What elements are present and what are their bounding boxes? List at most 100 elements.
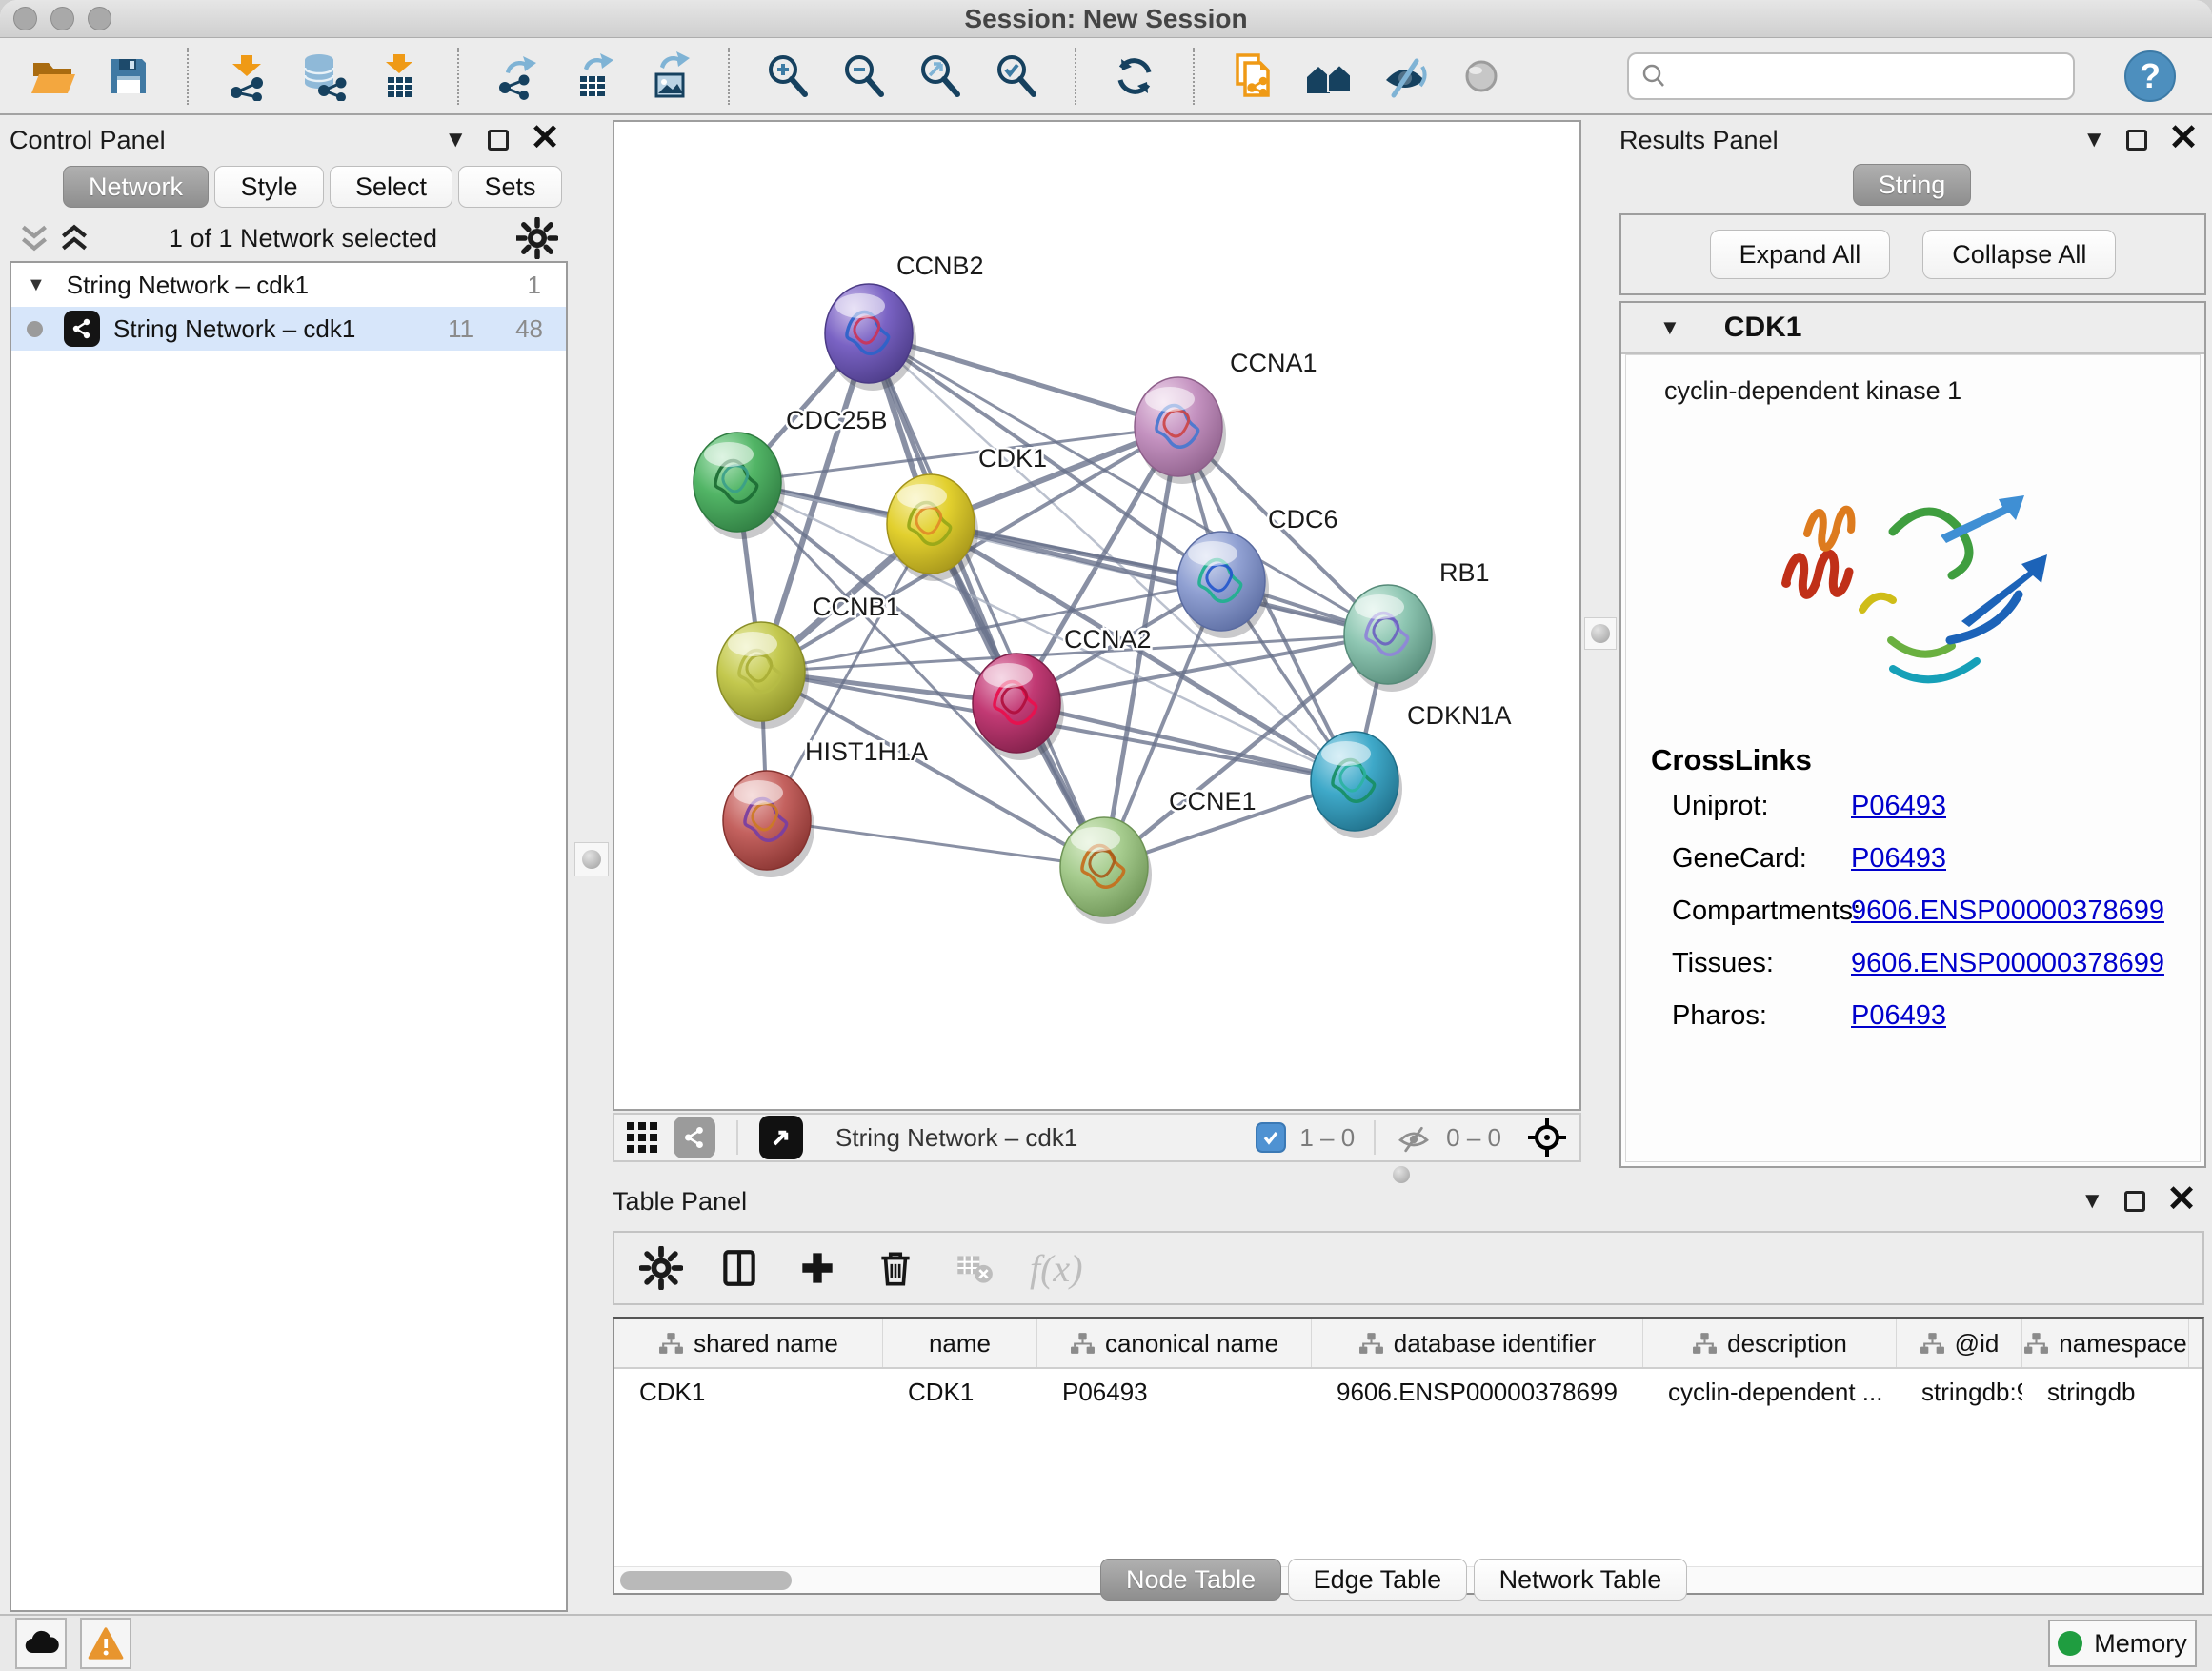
panel-menu-icon[interactable]: ▼ — [444, 129, 467, 151]
tab-style[interactable]: Style — [214, 166, 323, 208]
network-collection-row[interactable]: ▼ String Network – cdk1 1 — [11, 263, 566, 307]
network-node-CCNB2[interactable]: CCNB2 — [825, 252, 984, 391]
table-cell[interactable]: cyclin-dependent ... — [1643, 1378, 1897, 1407]
zoom-out-icon[interactable] — [838, 50, 890, 102]
node-label: CCNB1 — [813, 593, 900, 621]
network-tree: ▼ String Network – cdk1 1 String Network… — [10, 261, 568, 1612]
panel-menu-icon[interactable]: ▼ — [2081, 1190, 2103, 1213]
crosslink-tissues[interactable]: 9606.ENSP00000378699 — [1851, 948, 2164, 979]
search-input[interactable] — [1675, 61, 2061, 92]
detach-view-icon[interactable] — [759, 1116, 803, 1159]
column-header-shared-name[interactable]: shared name — [614, 1319, 883, 1367]
export-image-icon[interactable] — [644, 50, 695, 102]
grid-view-icon[interactable] — [626, 1121, 658, 1154]
right-splitter-handle[interactable] — [1584, 617, 1617, 650]
table-row[interactable]: CDK1CDK1P064939606.ENSP00000378699cyclin… — [614, 1369, 2202, 1415]
export-table-icon[interactable] — [568, 50, 619, 102]
column-header-namespace[interactable]: namespace — [2022, 1319, 2189, 1367]
tab-network-table[interactable]: Network Table — [1474, 1559, 1688, 1601]
zoom-selected-icon[interactable] — [991, 50, 1042, 102]
network-node-CDC25B[interactable]: CDC25B — [694, 406, 888, 539]
open-session-icon[interactable] — [27, 50, 78, 102]
close-panel-icon[interactable]: ✕ — [2166, 1181, 2197, 1218]
home-networks-icon[interactable] — [1303, 50, 1355, 102]
tab-network[interactable]: Network — [63, 166, 209, 208]
close-panel-icon[interactable]: ✕ — [2168, 120, 2199, 156]
zoom-in-icon[interactable] — [762, 50, 814, 102]
toolbar-separator — [187, 48, 189, 105]
table-options-gear-icon[interactable] — [639, 1246, 683, 1290]
table-cell[interactable]: stringdb:9... — [1897, 1378, 2022, 1407]
network-node-RB1[interactable]: RB1 — [1344, 558, 1490, 692]
tab-string[interactable]: String — [1853, 164, 1972, 206]
close-panel-icon[interactable]: ✕ — [530, 120, 560, 156]
column-header-canonical-name[interactable]: canonical name — [1037, 1319, 1312, 1367]
column-mapped-icon — [658, 1332, 684, 1356]
save-session-icon[interactable] — [103, 50, 154, 102]
column-header--id[interactable]: @id — [1897, 1319, 2022, 1367]
zoom-fit-icon[interactable] — [915, 50, 966, 102]
hide-selection-eye-icon[interactable] — [1379, 50, 1431, 102]
table-cell[interactable]: P06493 — [1037, 1378, 1312, 1407]
import-table-icon[interactable] — [373, 50, 425, 102]
delete-column-icon[interactable] — [874, 1246, 917, 1290]
collapse-all-button[interactable]: Collapse All — [1922, 230, 2116, 279]
tab-sets[interactable]: Sets — [458, 166, 561, 208]
network-node-HIST1H1A[interactable]: HIST1H1A — [723, 737, 928, 877]
tab-select[interactable]: Select — [330, 166, 452, 208]
float-panel-icon[interactable] — [2126, 130, 2147, 151]
expand-all-button[interactable]: Expand All — [1710, 230, 1891, 279]
fit-selected-crosshair-icon[interactable] — [1526, 1117, 1568, 1158]
crosslink-label: Uniprot: — [1651, 791, 1851, 822]
table-cell[interactable]: CDK1 — [883, 1378, 1037, 1407]
help-icon[interactable]: ? — [2124, 50, 2176, 102]
crosslink-compartments[interactable]: 9606.ENSP00000378699 — [1851, 896, 2164, 927]
panel-menu-icon[interactable]: ▼ — [2082, 129, 2105, 151]
memory-button[interactable]: Memory — [2048, 1620, 2197, 1667]
import-network-file-icon[interactable] — [221, 50, 272, 102]
left-splitter-handle[interactable] — [574, 842, 609, 876]
toolbar-separator — [457, 48, 459, 105]
search-box[interactable] — [1627, 52, 2075, 100]
network-node-CDKN1A[interactable]: CDKN1A — [1311, 701, 1512, 838]
tab-edge-table[interactable]: Edge Table — [1288, 1559, 1468, 1601]
expand-all-icon[interactable] — [59, 221, 90, 255]
section-expander-icon[interactable]: ▼ — [1659, 317, 1680, 338]
network-edge[interactable] — [869, 333, 1104, 867]
crosslink-uniprot[interactable]: P06493 — [1851, 791, 1946, 822]
crosslink-pharos[interactable]: P06493 — [1851, 1000, 1946, 1032]
float-panel-icon[interactable] — [488, 130, 509, 151]
network-canvas[interactable]: CCNB2CCNA1CDC25BCDK1CDC6RB1CCNB1CCNA2CDK… — [614, 122, 1579, 1109]
crosslink-genecard[interactable]: P06493 — [1851, 843, 1946, 875]
table-cell[interactable]: stringdb — [2022, 1378, 2189, 1407]
column-header-database-identifier[interactable]: database identifier — [1312, 1319, 1643, 1367]
collapse-all-icon[interactable] — [19, 221, 50, 255]
collection-expander-icon[interactable]: ▼ — [27, 275, 46, 294]
table-cell[interactable]: 9606.ENSP00000378699 — [1312, 1378, 1643, 1407]
cloud-status-button[interactable] — [15, 1618, 67, 1669]
clone-network-icon[interactable] — [1227, 50, 1278, 102]
node-section-header[interactable]: ▼ CDK1 — [1621, 303, 2204, 354]
column-header-name[interactable]: name — [883, 1319, 1037, 1367]
network-edge[interactable] — [767, 820, 1104, 867]
export-network-icon[interactable] — [492, 50, 543, 102]
network-node-CCNE1[interactable]: CCNE1 — [1060, 787, 1257, 924]
refresh-icon[interactable] — [1109, 50, 1160, 102]
selected-checkbox-icon[interactable] — [1256, 1122, 1286, 1153]
import-network-database-icon[interactable] — [297, 50, 349, 102]
network-edge[interactable] — [1016, 703, 1355, 781]
birdseye-share-icon[interactable] — [674, 1117, 715, 1158]
network-node-CCNB1[interactable]: CCNB1 — [717, 593, 900, 729]
column-header-description[interactable]: description — [1643, 1319, 1897, 1367]
tab-node-table[interactable]: Node Table — [1100, 1559, 1281, 1601]
network-node-CCNA1[interactable]: CCNA1 — [1135, 349, 1317, 484]
show-columns-icon[interactable] — [717, 1246, 761, 1290]
table-cell[interactable]: CDK1 — [614, 1378, 883, 1407]
scrollbar-thumb[interactable] — [620, 1571, 792, 1590]
network-row[interactable]: String Network – cdk1 11 48 — [11, 307, 566, 351]
warning-button[interactable] — [80, 1618, 131, 1669]
float-panel-icon[interactable] — [2124, 1191, 2145, 1212]
add-column-icon[interactable] — [795, 1246, 839, 1290]
protein-structure-image — [1643, 419, 2200, 734]
network-options-gear-icon[interactable] — [516, 217, 558, 259]
